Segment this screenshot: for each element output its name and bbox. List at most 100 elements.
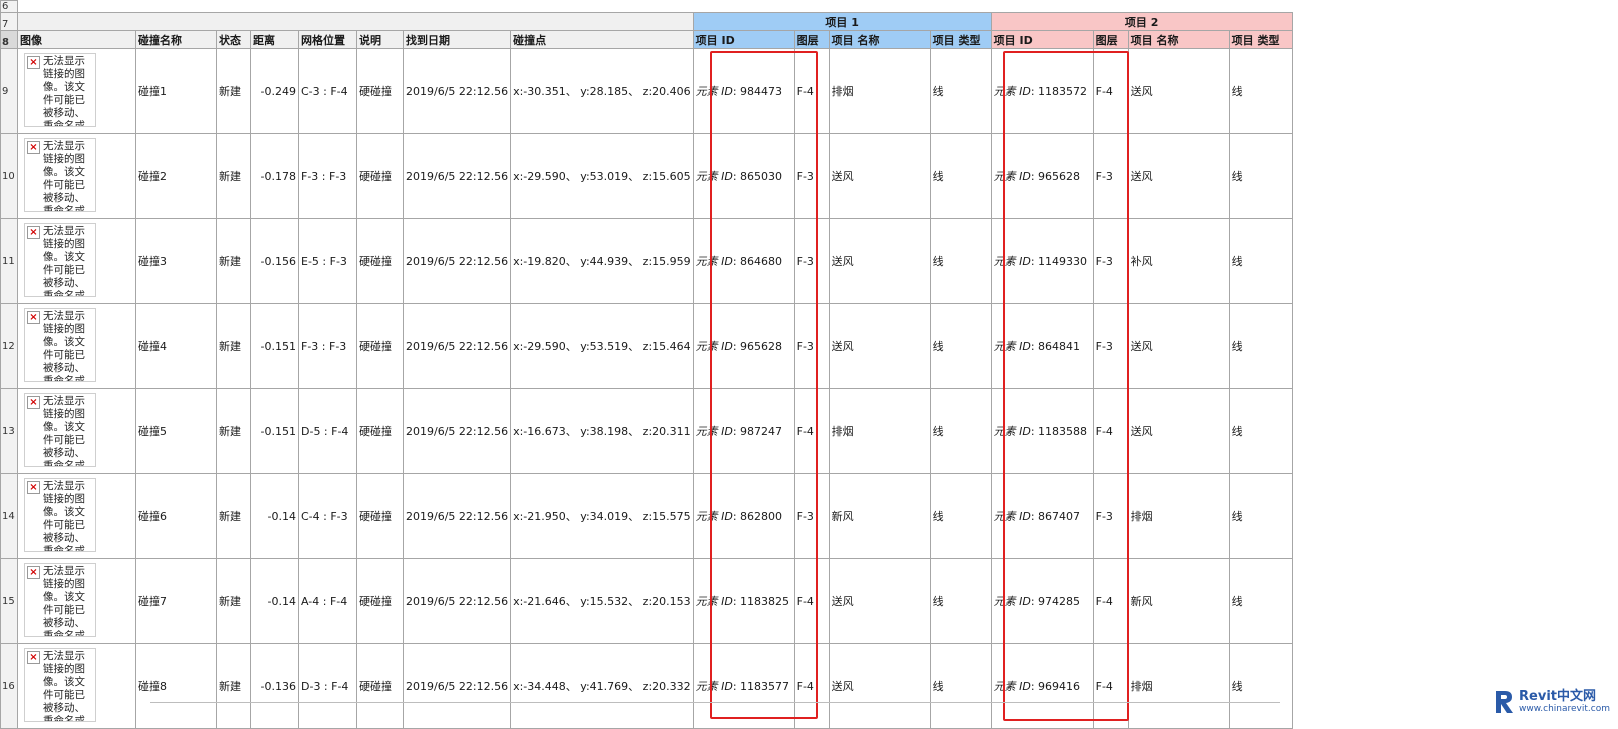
row-number[interactable]: 15 (0, 558, 18, 644)
item2-layer-cell[interactable]: F-4 (1092, 388, 1129, 474)
description-cell[interactable]: 硬碰撞 (356, 473, 404, 559)
item2-type-cell[interactable]: 线 (1228, 303, 1293, 389)
item2-name-cell[interactable]: 排烟 (1127, 473, 1230, 559)
item2-name-cell[interactable]: 补风 (1127, 218, 1230, 304)
description-cell[interactable]: 硬碰撞 (356, 303, 404, 389)
item2-id-cell[interactable]: 元素 ID: 1183572 (990, 48, 1094, 134)
clash-name-cell[interactable]: 碰撞6 (135, 473, 217, 559)
header-item1-name[interactable]: 项目 名称 (828, 30, 931, 49)
item1-layer-cell[interactable]: F-4 (793, 558, 830, 644)
clash-name-cell[interactable]: 碰撞3 (135, 218, 217, 304)
item1-layer-cell[interactable]: F-4 (793, 48, 830, 134)
grid-location-cell[interactable]: C-3 : F-4 (298, 48, 357, 134)
header-image[interactable]: 图像 (17, 30, 136, 49)
item1-name-cell[interactable]: 送风 (828, 558, 931, 644)
image-cell[interactable]: × 无法显示链接的图像。该文件可能已被移动、重命名或 (17, 473, 136, 559)
item2-layer-cell[interactable]: F-4 (1092, 558, 1129, 644)
item1-type-cell[interactable]: 线 (929, 218, 992, 304)
description-cell[interactable]: 硬碰撞 (356, 388, 404, 474)
status-cell[interactable]: 新建 (216, 303, 251, 389)
item2-name-cell[interactable]: 送风 (1127, 388, 1230, 474)
found-date-cell[interactable]: 2019/6/5 22:12.56 (402, 133, 512, 219)
item1-type-cell[interactable]: 线 (929, 303, 992, 389)
found-date-cell[interactable]: 2019/6/5 22:12.56 (402, 643, 512, 729)
image-cell[interactable]: × 无法显示链接的图像。该文件可能已被移动、重命名或 (17, 133, 136, 219)
item1-type-cell[interactable]: 线 (929, 558, 992, 644)
blank-row[interactable] (17, 0, 1293, 13)
distance-cell[interactable]: -0.136 (250, 643, 299, 729)
header-item2-id[interactable]: 项目 ID (990, 30, 1094, 49)
item2-type-cell[interactable]: 线 (1228, 48, 1293, 134)
item1-type-cell[interactable]: 线 (929, 473, 992, 559)
header-distance[interactable]: 距离 (250, 30, 299, 49)
item1-id-cell[interactable]: 元素 ID: 864680 (692, 218, 795, 304)
header-item1-layer[interactable]: 图层 (793, 30, 830, 49)
distance-cell[interactable]: -0.249 (250, 48, 299, 134)
item1-type-cell[interactable]: 线 (929, 388, 992, 474)
row-number[interactable]: 14 (0, 473, 18, 559)
header-grid-location[interactable]: 网格位置 (298, 30, 357, 49)
item1-layer-cell[interactable]: F-3 (793, 133, 830, 219)
clash-point-cell[interactable]: x:-29.590、 y:53.019、 z:15.605 (510, 133, 694, 219)
distance-cell[interactable]: -0.156 (250, 218, 299, 304)
item2-type-cell[interactable]: 线 (1228, 473, 1293, 559)
row-number[interactable]: 13 (0, 388, 18, 474)
item2-type-cell[interactable]: 线 (1228, 133, 1293, 219)
header-clash-point[interactable]: 碰撞点 (510, 30, 694, 49)
group-header-blank[interactable] (17, 12, 694, 31)
item2-layer-cell[interactable]: F-3 (1092, 303, 1129, 389)
item2-type-cell[interactable]: 线 (1228, 643, 1293, 729)
item1-name-cell[interactable]: 排烟 (828, 388, 931, 474)
clash-point-cell[interactable]: x:-21.646、 y:15.532、 z:20.153 (510, 558, 694, 644)
grid-location-cell[interactable]: D-5 : F-4 (298, 388, 357, 474)
item2-id-cell[interactable]: 元素 ID: 965628 (990, 133, 1094, 219)
grid-location-cell[interactable]: E-5 : F-3 (298, 218, 357, 304)
item2-type-cell[interactable]: 线 (1228, 558, 1293, 644)
status-cell[interactable]: 新建 (216, 388, 251, 474)
grid-location-cell[interactable]: F-3 : F-3 (298, 303, 357, 389)
header-item2-name[interactable]: 项目 名称 (1127, 30, 1230, 49)
found-date-cell[interactable]: 2019/6/5 22:12.56 (402, 388, 512, 474)
header-item2-type[interactable]: 项目 类型 (1228, 30, 1293, 49)
distance-cell[interactable]: -0.14 (250, 558, 299, 644)
item2-layer-cell[interactable]: F-3 (1092, 218, 1129, 304)
item1-layer-cell[interactable]: F-3 (793, 303, 830, 389)
image-cell[interactable]: × 无法显示链接的图像。该文件可能已被移动、重命名或 (17, 303, 136, 389)
item2-id-cell[interactable]: 元素 ID: 1183588 (990, 388, 1094, 474)
item1-layer-cell[interactable]: F-3 (793, 218, 830, 304)
row-number[interactable]: 8 (0, 30, 18, 49)
item1-type-cell[interactable]: 线 (929, 48, 992, 134)
clash-name-cell[interactable]: 碰撞7 (135, 558, 217, 644)
item2-layer-cell[interactable]: F-4 (1092, 643, 1129, 729)
item2-name-cell[interactable]: 送风 (1127, 133, 1230, 219)
description-cell[interactable]: 硬碰撞 (356, 643, 404, 729)
clash-point-cell[interactable]: x:-34.448、 y:41.769、 z:20.332 (510, 643, 694, 729)
row-number[interactable]: 11 (0, 218, 18, 304)
header-item1-type[interactable]: 项目 类型 (929, 30, 992, 49)
found-date-cell[interactable]: 2019/6/5 22:12.56 (402, 303, 512, 389)
item2-layer-cell[interactable]: F-3 (1092, 133, 1129, 219)
clash-name-cell[interactable]: 碰撞4 (135, 303, 217, 389)
clash-point-cell[interactable]: x:-16.673、 y:38.198、 z:20.311 (510, 388, 694, 474)
image-cell[interactable]: × 无法显示链接的图像。该文件可能已被移动、重命名或 (17, 218, 136, 304)
row-number[interactable]: 7 (0, 12, 18, 31)
row-number[interactable]: 10 (0, 133, 18, 219)
item1-id-cell[interactable]: 元素 ID: 965628 (692, 303, 795, 389)
header-clash-name[interactable]: 碰撞名称 (135, 30, 217, 49)
item1-id-cell[interactable]: 元素 ID: 987247 (692, 388, 795, 474)
item1-name-cell[interactable]: 送风 (828, 218, 931, 304)
grid-location-cell[interactable]: D-3 : F-4 (298, 643, 357, 729)
item1-layer-cell[interactable]: F-4 (793, 388, 830, 474)
item2-id-cell[interactable]: 元素 ID: 1149330 (990, 218, 1094, 304)
distance-cell[interactable]: -0.14 (250, 473, 299, 559)
found-date-cell[interactable]: 2019/6/5 22:12.56 (402, 473, 512, 559)
status-cell[interactable]: 新建 (216, 218, 251, 304)
status-cell[interactable]: 新建 (216, 473, 251, 559)
item2-name-cell[interactable]: 送风 (1127, 48, 1230, 134)
found-date-cell[interactable]: 2019/6/5 22:12.56 (402, 558, 512, 644)
description-cell[interactable]: 硬碰撞 (356, 48, 404, 134)
item1-id-cell[interactable]: 元素 ID: 1183577 (692, 643, 795, 729)
header-description[interactable]: 说明 (356, 30, 404, 49)
description-cell[interactable]: 硬碰撞 (356, 218, 404, 304)
item2-name-cell[interactable]: 新风 (1127, 558, 1230, 644)
